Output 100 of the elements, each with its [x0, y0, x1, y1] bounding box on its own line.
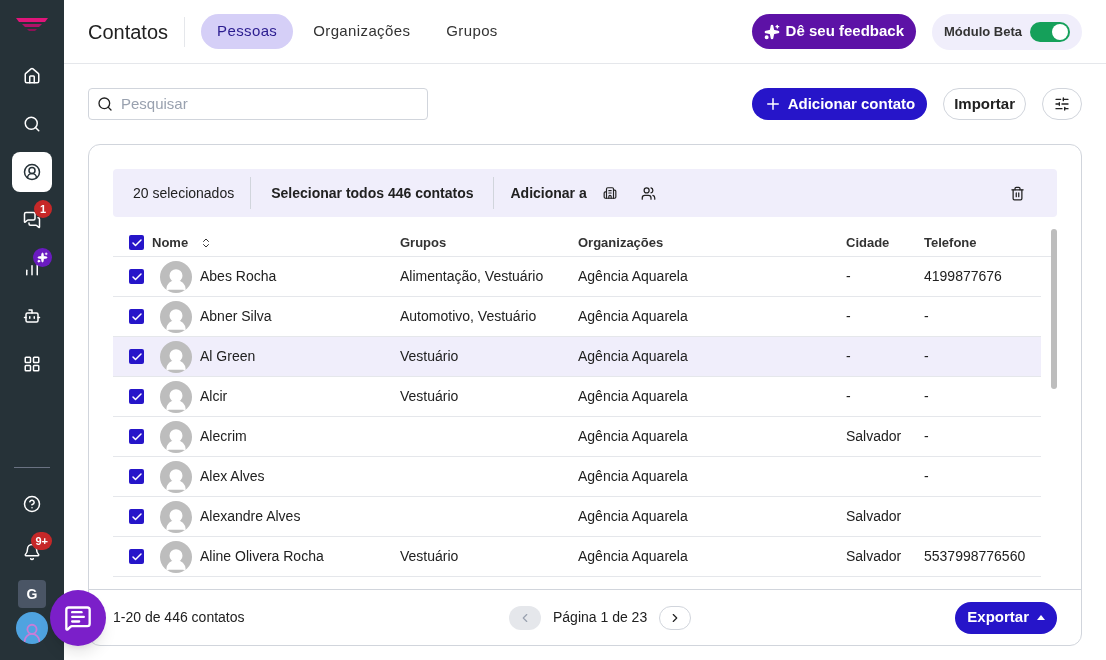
beta-label: Módulo Beta	[944, 22, 1022, 41]
table-row[interactable]: Alecrim Agência Aquarela Salvador -	[113, 417, 1041, 457]
building-icon[interactable]	[602, 186, 617, 200]
checkbox[interactable]	[129, 509, 144, 524]
table-cell-text: Automotivo, Vestuário	[400, 307, 537, 326]
table-cell-text: Alimentação, Vestuário	[400, 267, 544, 286]
table-row[interactable]: Alcir Vestuário Agência Aquarela - -	[113, 377, 1041, 417]
avatar-icon	[160, 380, 192, 413]
column-header: Telefone	[924, 233, 977, 252]
sliders-icon	[1054, 96, 1070, 112]
logo-icon	[15, 16, 49, 32]
column-header: Organizações	[578, 233, 664, 252]
user-icon	[23, 163, 41, 181]
table-cell-text: Agência Aquarela	[578, 387, 688, 406]
checkbox[interactable]	[129, 349, 144, 364]
avatar-icon	[160, 340, 192, 373]
workspace-avatar[interactable]: G	[18, 580, 46, 608]
table-cell-text: Alexandre Alves	[200, 507, 301, 526]
table-cell-text: Agência Aquarela	[578, 507, 688, 526]
table-cell-text: Agência Aquarela	[578, 467, 688, 486]
add-to-label: Adicionar a	[509, 183, 587, 203]
range-label: 1-20 de 446 contatos	[113, 608, 246, 627]
table-cell-text: Alcir	[200, 387, 228, 406]
group-icon[interactable]	[640, 185, 656, 201]
notification-badge: 1	[34, 200, 52, 218]
selected-count: 20 selecionados	[133, 177, 252, 209]
avatar-icon	[160, 540, 192, 573]
table-cell-text: Agência Aquarela	[578, 427, 688, 446]
table-cell-text: Salvador	[846, 427, 902, 446]
table-cell-text: Salvador	[846, 507, 902, 526]
table-cell-text: -	[924, 427, 929, 446]
table-cell-text: 4199877676	[924, 267, 1002, 286]
tab[interactable]: Organizações	[297, 14, 427, 49]
table-cell-text: Abes Rocha	[200, 267, 277, 286]
help-icon	[23, 495, 41, 513]
table-row[interactable]: Al Green Vestuário Agência Aquarela - -	[113, 337, 1041, 377]
checkbox[interactable]	[129, 429, 144, 444]
beta-switch[interactable]	[1030, 21, 1070, 42]
table-row[interactable]: Alexandre Alves Agência Aquarela Salvador	[113, 497, 1041, 537]
table-cell-text: Agência Aquarela	[578, 347, 688, 366]
checkbox[interactable]	[129, 549, 144, 564]
tab[interactable]: Pessoas	[201, 14, 294, 49]
checkbox[interactable]	[129, 389, 144, 404]
select-all-link[interactable]: Selecionar todos 446 contatos	[251, 177, 495, 209]
chat-icon	[23, 211, 41, 229]
chat-icon	[64, 604, 92, 632]
table-row[interactable]: Abes Rocha Alimentação, Vestuário Agência Aquarela - 4199877676	[113, 257, 1041, 297]
checkbox[interactable]	[129, 469, 144, 484]
sparkle-icon	[763, 23, 780, 40]
notification-badge: 9+	[31, 532, 52, 550]
user-avatar[interactable]	[16, 612, 48, 644]
table-cell-text: Vestuário	[400, 347, 459, 366]
robot-icon	[23, 307, 41, 325]
avatar-icon	[160, 500, 192, 533]
sidebar-item[interactable]	[12, 152, 52, 192]
table-row[interactable]: Aline Olivera Rocha Vestuário Agência Aquarela Salvador 5537998776560	[113, 537, 1041, 577]
table-cell-text: Alecrim	[200, 427, 247, 446]
table-row[interactable]: Alex Alves Agência Aquarela -	[113, 457, 1041, 497]
search-input[interactable]: Pesquisar	[121, 92, 419, 116]
feedback-button[interactable]: Dê seu feedback	[751, 14, 916, 49]
delete-icon[interactable]	[1010, 185, 1025, 201]
column-header: Cidade	[846, 233, 890, 252]
table-cell-text: -	[846, 307, 851, 326]
tab[interactable]: Grupos	[430, 14, 514, 49]
table-cell-text: Agência Aquarela	[578, 307, 688, 326]
table-cell-text: Salvador	[846, 547, 902, 566]
sidebar-item[interactable]: 1	[12, 200, 52, 240]
table-cell-text: -	[846, 387, 851, 406]
avatar-icon	[160, 420, 192, 453]
table-cell-text: 5537998776560	[924, 547, 1026, 566]
search-icon	[23, 115, 41, 133]
search-field[interactable]: Pesquisar	[88, 88, 428, 120]
page-title: Contatos	[88, 16, 186, 47]
table-cell-text: -	[846, 267, 851, 286]
caret-icon	[1037, 615, 1045, 620]
sidebar-item[interactable]: 9+	[12, 532, 52, 572]
checkbox[interactable]	[129, 309, 144, 324]
table-cell-text: Vestuário	[400, 547, 459, 566]
table-cell-text: -	[924, 387, 929, 406]
avatar-icon	[160, 260, 192, 293]
table-cell-text: Agência Aquarela	[578, 267, 688, 286]
table-cell-text: Agência Aquarela	[578, 547, 688, 566]
search-icon	[97, 96, 113, 112]
chat-button[interactable]	[50, 590, 106, 646]
add-contact-button[interactable]: Adicionar contato	[751, 88, 928, 120]
checkbox[interactable]	[129, 269, 144, 284]
table-cell-text: Aline Olivera Rocha	[200, 547, 324, 566]
page-label: Página 1 de 23	[553, 608, 648, 627]
bell-icon	[23, 543, 41, 561]
table-cell-text: -	[924, 467, 929, 486]
avatar-icon	[160, 300, 192, 333]
table-cell-text: Al Green	[200, 347, 256, 366]
column-header[interactable]: Nome	[152, 232, 189, 253]
checkbox[interactable]	[129, 235, 144, 250]
export-button[interactable]: Exportar	[955, 601, 1057, 634]
apps-icon	[23, 355, 41, 373]
table-cell-text: -	[924, 347, 929, 366]
avatar-icon	[160, 460, 192, 493]
table-cell-text: -	[846, 347, 851, 366]
table-cell-text: Abner Silva	[200, 307, 272, 326]
